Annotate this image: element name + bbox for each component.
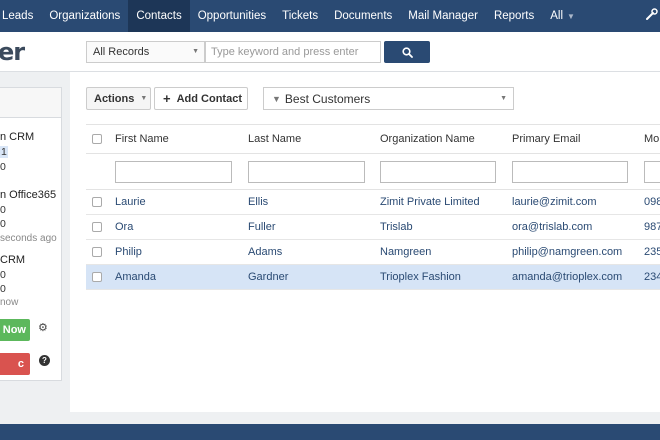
row-mobile[interactable]: 235 bbox=[644, 240, 660, 264]
search-icon bbox=[401, 46, 413, 58]
gear-icon[interactable]: ⚙ bbox=[38, 321, 48, 334]
table-row[interactable]: Laurie Ellis Zimit Private Limited lauri… bbox=[86, 190, 660, 215]
sync-now-button[interactable]: Now bbox=[0, 319, 30, 341]
email-filter-input[interactable] bbox=[512, 161, 628, 183]
sync-crm-label: n CRM bbox=[0, 131, 35, 143]
wrench-icon[interactable] bbox=[646, 8, 658, 23]
actions-label: Actions bbox=[94, 92, 135, 105]
organization-filter-input[interactable] bbox=[380, 161, 496, 183]
row-select-cell bbox=[92, 240, 106, 264]
select-all-cell bbox=[92, 125, 106, 153]
row-organization[interactable]: Namgreen bbox=[380, 240, 505, 264]
stop-sync-button[interactable]: c bbox=[0, 353, 30, 375]
chevron-down-icon: ▼ bbox=[567, 11, 575, 21]
row-last-name[interactable]: Adams bbox=[248, 240, 373, 264]
select-all-checkbox[interactable] bbox=[92, 134, 102, 144]
search-button[interactable] bbox=[384, 41, 430, 63]
row-checkbox[interactable] bbox=[92, 222, 102, 232]
actions-button[interactable]: Actions ▼ bbox=[86, 87, 151, 110]
sync-office-count1: 0 bbox=[0, 204, 6, 216]
sync-crm2-time: now bbox=[0, 297, 19, 308]
nav-all-label: All bbox=[550, 10, 564, 22]
sync-office-time: seconds ago bbox=[0, 233, 57, 244]
first-name-filter-input[interactable] bbox=[115, 161, 232, 183]
row-checkbox[interactable] bbox=[92, 197, 102, 207]
nav-leads[interactable]: Leads bbox=[0, 0, 41, 32]
search-scope-value: All Records bbox=[93, 46, 150, 58]
logo: er bbox=[0, 38, 25, 66]
sync-panel-header bbox=[0, 88, 61, 118]
row-first-name[interactable]: Amanda bbox=[115, 265, 240, 289]
row-first-name[interactable]: Laurie bbox=[115, 190, 240, 214]
sync-office-count2: 0 bbox=[0, 218, 6, 230]
column-last-name[interactable]: Last Name bbox=[248, 125, 373, 153]
list-filter-value: Best Customers bbox=[284, 91, 371, 106]
last-name-filter-input[interactable] bbox=[248, 161, 365, 183]
row-email[interactable]: ora@trislab.com bbox=[512, 215, 642, 239]
column-organization-name[interactable]: Organization Name bbox=[380, 125, 505, 153]
row-mobile[interactable]: 987 bbox=[644, 215, 660, 239]
row-checkbox[interactable] bbox=[92, 247, 102, 257]
chevron-down-icon: ▼ bbox=[192, 48, 199, 55]
table-row[interactable]: Philip Adams Namgreen philip@namgreen.co… bbox=[86, 240, 660, 265]
row-email[interactable]: philip@namgreen.com bbox=[512, 240, 642, 264]
row-mobile[interactable]: 234 bbox=[644, 265, 660, 289]
row-organization[interactable]: Zimit Private Limited bbox=[380, 190, 505, 214]
sync-crm2-count2: 0 bbox=[0, 283, 6, 295]
sync-office-label: n Office365 bbox=[0, 189, 57, 201]
search-bar: er All Records ▼ bbox=[0, 32, 660, 72]
row-select-cell bbox=[92, 215, 106, 239]
column-filter-row bbox=[86, 154, 660, 190]
top-navigation: Leads Organizations Contacts Opportuniti… bbox=[0, 0, 660, 32]
row-email[interactable]: laurie@zimit.com bbox=[512, 190, 642, 214]
nav-organizations[interactable]: Organizations bbox=[41, 0, 128, 32]
main-content: Actions ▼ + Add Contact ▼ Best Customers… bbox=[70, 72, 660, 412]
row-last-name[interactable]: Ellis bbox=[248, 190, 373, 214]
help-icon[interactable]: ? bbox=[39, 355, 50, 366]
plus-icon: + bbox=[163, 91, 171, 106]
search-scope-select[interactable]: All Records ▼ bbox=[86, 41, 205, 63]
add-contact-label: Add Contact bbox=[176, 92, 242, 105]
row-first-name[interactable]: Philip bbox=[115, 240, 240, 264]
chevron-down-icon: ▼ bbox=[140, 95, 148, 102]
table-header: First Name Last Name Organization Name P… bbox=[86, 124, 660, 154]
row-first-name[interactable]: Ora bbox=[115, 215, 240, 239]
row-organization[interactable]: Trislab bbox=[380, 215, 505, 239]
mobile-filter-input[interactable] bbox=[644, 161, 660, 183]
row-email[interactable]: amanda@trioplex.com bbox=[512, 265, 642, 289]
row-mobile[interactable]: 098 bbox=[644, 190, 660, 214]
footer-bar bbox=[0, 424, 660, 440]
list-filter-select[interactable]: ▼ Best Customers ▼ bbox=[263, 87, 514, 110]
row-last-name[interactable]: Fuller bbox=[248, 215, 373, 239]
chevron-down-icon: ▼ bbox=[500, 95, 507, 102]
row-last-name[interactable]: Gardner bbox=[248, 265, 373, 289]
search-input[interactable] bbox=[205, 41, 381, 63]
filter-icon: ▼ bbox=[272, 93, 281, 104]
column-first-name[interactable]: First Name bbox=[115, 125, 240, 153]
nav-contacts[interactable]: Contacts bbox=[128, 0, 190, 32]
row-select-cell bbox=[92, 265, 106, 289]
nav-opportunities[interactable]: Opportunities bbox=[190, 0, 274, 32]
row-select-cell bbox=[92, 190, 106, 214]
sync-crm-count1-value: 1 bbox=[0, 146, 8, 158]
add-contact-button[interactable]: + Add Contact bbox=[154, 87, 248, 110]
table-row[interactable]: Ora Fuller Trislab ora@trislab.com 987 bbox=[86, 215, 660, 240]
contacts-table: First Name Last Name Organization Name P… bbox=[86, 124, 660, 290]
nav-documents[interactable]: Documents bbox=[326, 0, 400, 32]
sync-panel: n CRM 1 0 n Office365 0 0 seconds ago CR… bbox=[0, 87, 62, 381]
sync-crm2-count1: 0 bbox=[0, 269, 6, 281]
column-primary-email[interactable]: Primary Email bbox=[512, 125, 642, 153]
nav-all-menu[interactable]: All ▼ bbox=[542, 0, 583, 32]
sync-crm-count2: 0 bbox=[0, 161, 6, 173]
row-checkbox[interactable] bbox=[92, 272, 102, 282]
nav-tickets[interactable]: Tickets bbox=[274, 0, 326, 32]
column-mobile[interactable]: Mo bbox=[644, 125, 660, 153]
nav-reports[interactable]: Reports bbox=[486, 0, 542, 32]
table-row-selected[interactable]: Amanda Gardner Trioplex Fashion amanda@t… bbox=[86, 265, 660, 290]
sync-crm2-label: CRM bbox=[0, 254, 26, 266]
row-organization[interactable]: Trioplex Fashion bbox=[380, 265, 505, 289]
nav-mail-manager[interactable]: Mail Manager bbox=[400, 0, 486, 32]
sync-crm-count1: 1 bbox=[0, 146, 8, 158]
